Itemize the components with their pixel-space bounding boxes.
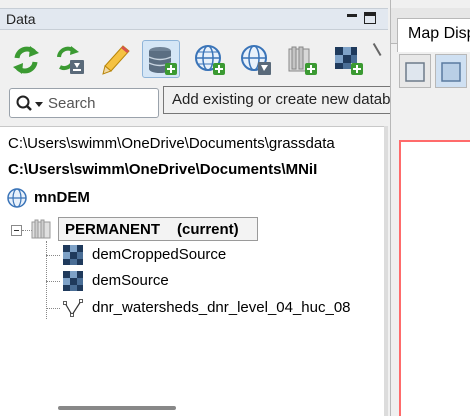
download-sample-button[interactable]	[50, 40, 88, 78]
map-tabbar: Map Display	[391, 8, 470, 52]
globe-icon	[7, 188, 27, 208]
map-display-panel: Map Display	[390, 0, 470, 416]
pencil-icon	[102, 45, 130, 75]
add-mapset-button[interactable]	[282, 40, 320, 78]
import-location-button[interactable]	[236, 40, 274, 78]
maximize-button[interactable]	[364, 12, 376, 24]
edit-button[interactable]	[96, 40, 134, 78]
mapset-icon	[31, 219, 51, 239]
database-add-icon	[148, 47, 177, 75]
toolbar-overflow-icon[interactable]	[372, 41, 384, 57]
mapset-status: (current)	[177, 221, 239, 238]
mapset-add-icon	[288, 46, 317, 75]
vector-map-icon	[63, 299, 83, 317]
raster-map-icon	[63, 271, 83, 291]
map-tool-button[interactable]	[399, 54, 431, 88]
mapset-label: PERMANENT	[65, 221, 161, 238]
search-icon[interactable]	[16, 95, 46, 113]
horizontal-scrollbar[interactable]	[58, 406, 176, 410]
app-window: Data Search Add existing or create new d…	[0, 0, 470, 416]
search-input[interactable]	[48, 91, 156, 115]
download-sample-icon	[57, 46, 84, 74]
render-map-icon	[441, 62, 461, 82]
tree-hline	[46, 255, 60, 256]
data-panel: Data Search Add existing or create new d…	[0, 0, 461, 416]
panel-title: Data	[6, 11, 36, 27]
database-path-item[interactable]: C:\Users\swimm\OneDrive\Documents\MNiI	[8, 159, 317, 181]
tree-scroll-edge	[384, 126, 388, 416]
map-canvas[interactable]	[399, 140, 470, 416]
map-tool-button[interactable]	[435, 54, 467, 88]
add-location-button[interactable]	[190, 40, 228, 78]
map-toolbar	[399, 52, 470, 92]
tab-map-display[interactable]: Map Display	[397, 18, 470, 52]
data-tree[interactable]: C:\Users\swimm\OneDrive\Documents\grassd…	[0, 126, 384, 416]
mapset-item[interactable]: PERMANENT (current)	[58, 217, 258, 241]
data-toolbar	[0, 36, 388, 82]
globe-import-icon	[241, 45, 271, 75]
raster-import-icon	[335, 47, 363, 75]
import-raster-button[interactable]	[328, 40, 366, 78]
globe-add-icon	[195, 45, 225, 75]
tree-hline	[46, 281, 60, 282]
grassdata-path-item[interactable]: C:\Users\swimm\OneDrive\Documents\grassd…	[8, 133, 335, 155]
tree-hline	[46, 308, 60, 309]
raster-map-icon	[63, 245, 83, 265]
reload-icon	[13, 46, 39, 74]
minimize-button[interactable]	[346, 11, 360, 25]
layer-item[interactable]: demSource	[92, 270, 169, 292]
location-item[interactable]: mnDEM	[0, 187, 200, 209]
layer-item[interactable]: dnr_watersheds_dnr_level_04_huc_08	[92, 297, 351, 319]
display-map-icon	[405, 62, 425, 82]
location-label: mnDEM	[34, 189, 90, 206]
layer-item[interactable]: demCroppedSource	[92, 244, 226, 266]
search-box[interactable]	[9, 88, 159, 118]
add-database-button[interactable]	[142, 40, 180, 78]
panel-header: Data	[0, 8, 388, 30]
reload-button[interactable]	[6, 40, 44, 78]
collapse-icon[interactable]	[11, 225, 22, 236]
